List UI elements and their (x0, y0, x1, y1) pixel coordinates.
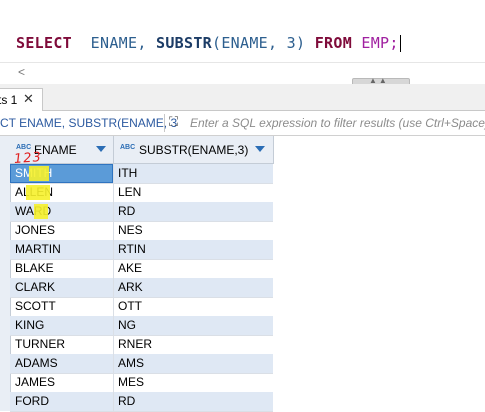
editor-horizontal-scrollbar[interactable]: < ▲▲ (0, 62, 485, 86)
cell-substr[interactable]: MES (118, 375, 268, 389)
highlight-marker (26, 185, 50, 200)
cell-ename[interactable]: KING (15, 318, 113, 332)
table-row[interactable]: FORD RD (10, 392, 273, 412)
scroll-left-icon[interactable]: < (18, 65, 25, 79)
current-query-text: CT ENAME, SUBSTR(ENAME, 3 (0, 116, 178, 130)
column-divider (113, 354, 114, 373)
table-row[interactable]: WARD RD (10, 202, 273, 222)
cell-substr[interactable]: NG (118, 318, 268, 332)
function-arg-number: 3 (286, 34, 297, 52)
cell-substr[interactable]: RTIN (118, 242, 268, 256)
column-divider (113, 335, 114, 354)
cell-substr[interactable]: RD (118, 204, 268, 218)
close-icon[interactable]: ✕ (23, 91, 34, 107)
filter-bar: CT ENAME, SUBSTR(ENAME, 3 ⛶ Enter a SQL … (0, 111, 485, 136)
tab-results-label: ts 1 (0, 93, 18, 107)
cell-substr[interactable]: LEN (118, 185, 268, 199)
string-type-icon: ABC (120, 144, 136, 151)
sql-editor[interactable]: SELECT ENAME, SUBSTR(ENAME, 3) FROM EMP; (0, 0, 485, 62)
column-header-label: SUBSTR(ENAME,3) (139, 143, 249, 157)
cell-ename[interactable]: SCOTT (15, 299, 113, 313)
function-substr: SUBSTR (156, 34, 213, 52)
cell-substr[interactable]: RNER (118, 337, 268, 351)
cell-substr[interactable]: AKE (118, 261, 268, 275)
column-divider (113, 240, 114, 259)
cell-substr[interactable]: ITH (118, 166, 268, 180)
table-row[interactable]: SCOTT OTT (10, 297, 273, 317)
column-divider (113, 221, 114, 240)
cell-ename[interactable]: ADAMS (15, 356, 113, 370)
cell-ename[interactable]: MARTIN (15, 242, 113, 256)
sort-dropdown-icon[interactable] (96, 146, 106, 152)
text-cursor (399, 35, 401, 52)
column-header-substr[interactable]: ABC SUBSTR(ENAME,3) (114, 136, 274, 164)
highlight-marker (29, 166, 49, 181)
keyword-select: SELECT (16, 34, 72, 52)
result-grid[interactable]: ABC ENAME ABC SUBSTR(ENAME,3) SMITHITHAL… (0, 136, 485, 412)
cell-substr[interactable]: ARK (118, 280, 268, 294)
results-tab-strip: ts 1 ✕ (0, 84, 485, 111)
table-row[interactable]: JONES NES (10, 221, 273, 241)
table-row[interactable]: CLARK ARK (10, 278, 273, 298)
highlight-marker (34, 204, 48, 219)
table-row[interactable]: BLAKE AKE (10, 259, 273, 279)
sql-statement[interactable]: SELECT ENAME, SUBSTR(ENAME, 3) FROM EMP; (16, 34, 401, 52)
cell-substr[interactable]: NES (118, 223, 268, 237)
column-divider (113, 373, 114, 392)
handwritten-annotation: 123 (13, 150, 43, 167)
column-divider (113, 183, 114, 202)
table-name: EMP; (361, 34, 399, 52)
cell-ename[interactable]: BLAKE (15, 261, 113, 275)
cell-ename[interactable]: JAMES (15, 375, 113, 389)
table-row[interactable]: KING NG (10, 316, 273, 336)
table-row[interactable]: TURNER RNER (10, 335, 273, 355)
table-row[interactable]: SMITHITH (10, 164, 273, 184)
cell-substr[interactable]: OTT (118, 299, 268, 313)
column-divider (113, 297, 114, 316)
column-ename: ENAME, (90, 34, 147, 52)
cell-substr[interactable]: RD (118, 394, 268, 408)
table-row[interactable]: JAMES MES (10, 373, 273, 393)
column-divider (113, 202, 114, 221)
cell-substr[interactable]: AMS (118, 356, 268, 370)
keyword-from: FROM (314, 34, 353, 52)
cell-ename[interactable]: FORD (15, 394, 113, 408)
filter-separator (164, 114, 165, 132)
function-args-close: ) (296, 34, 306, 52)
cell-ename[interactable]: JONES (15, 223, 113, 237)
expand-icon[interactable]: ⛶ (169, 114, 183, 129)
column-divider (113, 392, 114, 411)
table-row[interactable]: MARTIN RTIN (10, 240, 273, 260)
filter-input[interactable]: Enter a SQL expression to filter results… (190, 116, 485, 130)
sort-dropdown-icon[interactable] (255, 146, 265, 152)
cell-ename[interactable]: WARD (15, 204, 113, 218)
tab-results-1[interactable]: ts 1 ✕ (0, 88, 43, 111)
column-divider (113, 259, 114, 278)
table-row[interactable]: ADAMS AMS (10, 354, 273, 374)
cell-ename[interactable]: CLARK (15, 280, 113, 294)
column-divider (113, 316, 114, 335)
column-divider (113, 278, 114, 297)
cell-ename[interactable]: TURNER (15, 337, 113, 351)
column-divider (113, 164, 114, 183)
function-args: (ENAME, (212, 34, 287, 52)
